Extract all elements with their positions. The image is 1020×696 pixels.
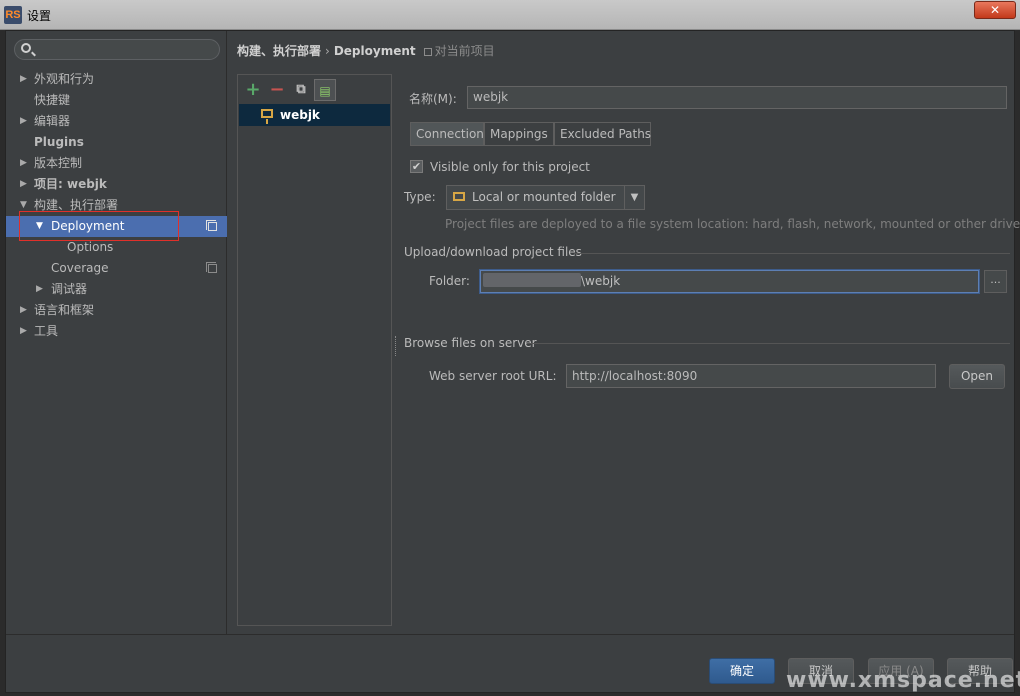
server-icon bbox=[261, 109, 273, 124]
close-button[interactable]: ✕ bbox=[974, 1, 1016, 19]
sidebar-item-editor[interactable]: ▶ 编辑器 bbox=[6, 111, 227, 132]
project-scope-icon bbox=[206, 220, 217, 231]
project-scope-icon bbox=[423, 48, 432, 56]
section-divider bbox=[574, 253, 1010, 254]
window-title: 设置 bbox=[27, 9, 52, 23]
folder-label: Folder: bbox=[429, 274, 470, 288]
search-input[interactable] bbox=[14, 39, 220, 60]
sidebar-item-label: Coverage bbox=[51, 261, 109, 275]
sidebar-item-project[interactable]: ▶ 项目: webjk bbox=[6, 174, 227, 195]
search-icon bbox=[21, 43, 31, 53]
sidebar-item-label: 调试器 bbox=[51, 282, 88, 296]
expand-arrow-icon[interactable]: ▶ bbox=[20, 321, 30, 342]
tab-connection[interactable]: Connection bbox=[410, 122, 484, 146]
title-bar: RS 设置 ✕ bbox=[0, 0, 1020, 30]
copy-server-button[interactable]: ⧉ bbox=[290, 79, 312, 101]
settings-sidebar: ▶ 外观和行为 快捷键 ▶ 编辑器 Plugins ▶ 版本控制 ▶ 项目: w… bbox=[6, 31, 227, 634]
sidebar-item-label: 语言和框架 bbox=[34, 303, 95, 317]
type-label: Type: bbox=[404, 190, 436, 204]
name-label: 名称(M): bbox=[409, 92, 457, 106]
expand-arrow-icon[interactable]: ▶ bbox=[20, 69, 30, 90]
server-list-item[interactable]: webjk bbox=[239, 104, 390, 126]
add-server-button[interactable]: + bbox=[242, 79, 264, 101]
section-divider bbox=[527, 343, 1010, 344]
open-url-button[interactable]: Open bbox=[949, 364, 1005, 389]
upload-section-title: Upload/download project files bbox=[404, 245, 582, 259]
server-name: webjk bbox=[280, 108, 320, 122]
type-hint: Project files are deployed to a file sys… bbox=[445, 217, 1020, 231]
server-list-panel: + − ⧉ ▤ webjk bbox=[237, 74, 392, 626]
highlight-annotation bbox=[19, 211, 179, 241]
folder-icon bbox=[453, 192, 465, 201]
breadcrumb-current: Deployment bbox=[333, 44, 416, 58]
type-selected-value: Local or mounted folder bbox=[472, 190, 616, 204]
sidebar-item-tools[interactable]: ▶ 工具 bbox=[6, 321, 227, 342]
expand-arrow-icon[interactable]: ▶ bbox=[20, 153, 30, 174]
sidebar-item-label: 编辑器 bbox=[34, 114, 71, 128]
sidebar-item-label: 工具 bbox=[34, 324, 59, 338]
sidebar-item-languages-frameworks[interactable]: ▶ 语言和框架 bbox=[6, 300, 227, 321]
sidebar-item-debugger[interactable]: ▶ 调试器 bbox=[6, 279, 227, 300]
project-scope-note: 对当前项目 bbox=[423, 44, 495, 58]
browse-folder-button[interactable]: ... bbox=[984, 270, 1007, 293]
folder-path-field[interactable]: \webjk bbox=[480, 270, 979, 293]
sidebar-item-version-control[interactable]: ▶ 版本控制 bbox=[6, 153, 227, 174]
redacted-path bbox=[483, 273, 581, 287]
web-server-url-field[interactable]: http://localhost:8090 bbox=[566, 364, 936, 388]
app-logo-icon: RS bbox=[4, 6, 22, 24]
sidebar-item-label: 快捷键 bbox=[34, 93, 71, 107]
set-default-server-button[interactable]: ▤ bbox=[314, 79, 336, 101]
sidebar-item-plugins[interactable]: Plugins bbox=[6, 132, 227, 153]
expand-arrow-icon[interactable]: ▶ bbox=[20, 111, 30, 132]
breadcrumb-parent: 构建、执行部署 bbox=[237, 44, 322, 58]
project-scope-icon bbox=[206, 262, 217, 273]
browse-section-title: Browse files on server bbox=[404, 336, 537, 350]
ok-button[interactable]: 确定 bbox=[709, 658, 775, 684]
sidebar-item-coverage[interactable]: Coverage bbox=[6, 258, 227, 279]
expand-arrow-icon[interactable]: ▶ bbox=[20, 300, 30, 321]
visible-only-label[interactable]: Visible only for this project bbox=[430, 160, 590, 174]
dropdown-arrow-icon[interactable]: ▼ bbox=[624, 186, 644, 209]
sidebar-item-keymap[interactable]: 快捷键 bbox=[6, 90, 227, 111]
tab-excluded-paths[interactable]: Excluded Paths bbox=[554, 122, 651, 146]
splitter-handle[interactable] bbox=[395, 336, 398, 356]
watermark: www.xmspace.net bbox=[786, 668, 1020, 693]
sidebar-item-label: 版本控制 bbox=[34, 156, 83, 170]
web-root-label: Web server root URL: bbox=[429, 369, 557, 383]
expand-arrow-icon[interactable]: ▶ bbox=[36, 279, 46, 300]
visible-only-checkbox[interactable]: ✔ bbox=[410, 160, 423, 173]
name-field[interactable]: webjk bbox=[467, 86, 1007, 109]
project-scope-label: 对当前项目 bbox=[434, 44, 495, 58]
sidebar-item-label: Plugins bbox=[34, 135, 84, 149]
type-select[interactable]: Local or mounted folder ▼ bbox=[446, 185, 645, 210]
remove-server-button[interactable]: − bbox=[266, 79, 288, 101]
expand-arrow-icon[interactable]: ▶ bbox=[20, 174, 30, 195]
breadcrumb: 构建、执行部署 › Deployment 对当前项目 bbox=[237, 42, 495, 59]
breadcrumb-separator: › bbox=[325, 44, 330, 58]
sidebar-item-label: 外观和行为 bbox=[34, 72, 95, 86]
tab-mappings[interactable]: Mappings bbox=[484, 122, 554, 146]
sidebar-item-appearance[interactable]: ▶ 外观和行为 bbox=[6, 69, 227, 90]
settings-dialog: ▶ 外观和行为 快捷键 ▶ 编辑器 Plugins ▶ 版本控制 ▶ 项目: w… bbox=[5, 30, 1020, 693]
sidebar-item-label: 项目: webjk bbox=[34, 177, 107, 191]
folder-path-value: \webjk bbox=[581, 274, 621, 288]
settings-tree: ▶ 外观和行为 快捷键 ▶ 编辑器 Plugins ▶ 版本控制 ▶ 项目: w… bbox=[6, 69, 227, 342]
